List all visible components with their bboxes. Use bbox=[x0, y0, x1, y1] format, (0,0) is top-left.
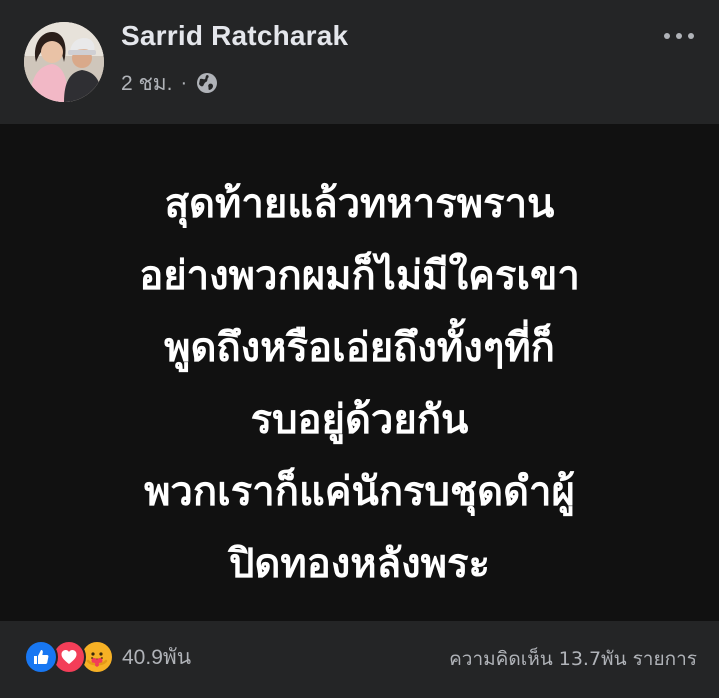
post-text-line: พวกเราก็แค่นักรบชุดดำผู้ bbox=[144, 469, 575, 515]
author-name[interactable]: Sarrid Ratcharak bbox=[121, 20, 348, 52]
reaction-count: 40.9พัน bbox=[122, 645, 192, 669]
like-icon bbox=[24, 640, 58, 674]
meta-separator: · bbox=[180, 71, 188, 94]
facebook-post: Sarrid Ratcharak 2 ชม. · สุดท้ายแล้วทหาร… bbox=[0, 0, 719, 698]
post-text-line: อย่างพวกผมก็ไม่มีใครเขา bbox=[139, 253, 580, 299]
avatar-photo bbox=[24, 22, 104, 102]
post-text-line: รบอยู่ด้วยกัน bbox=[250, 397, 469, 443]
post-text-line: พูดถึงหรือเอ่ยถึงทั้งๆที่ก็ bbox=[164, 325, 555, 371]
post-meta: 2 ชม. · bbox=[121, 70, 219, 96]
author-avatar[interactable] bbox=[24, 22, 104, 102]
more-options-icon[interactable] bbox=[659, 26, 699, 46]
post-text-line: ปิดทองหลังพระ bbox=[228, 541, 491, 587]
post-header: Sarrid Ratcharak 2 ชม. · bbox=[0, 0, 719, 124]
globe-icon[interactable] bbox=[195, 71, 219, 95]
reactions-summary[interactable]: 40.9พัน bbox=[24, 640, 191, 674]
post-timestamp[interactable]: 2 ชม. bbox=[121, 67, 172, 100]
post-image[interactable]: สุดท้ายแล้วทหารพราน อย่างพวกผมก็ไม่มีใคร… bbox=[0, 124, 719, 621]
post-text-line: สุดท้ายแล้วทหารพราน bbox=[164, 181, 555, 227]
post-text: สุดท้ายแล้วทหารพราน อย่างพวกผมก็ไม่มีใคร… bbox=[0, 168, 719, 600]
comment-count-link[interactable]: ความคิดเห็น 13.7พัน รายการ bbox=[449, 644, 697, 674]
post-footer: 40.9พัน ความคิดเห็น 13.7พัน รายการ bbox=[0, 621, 719, 698]
